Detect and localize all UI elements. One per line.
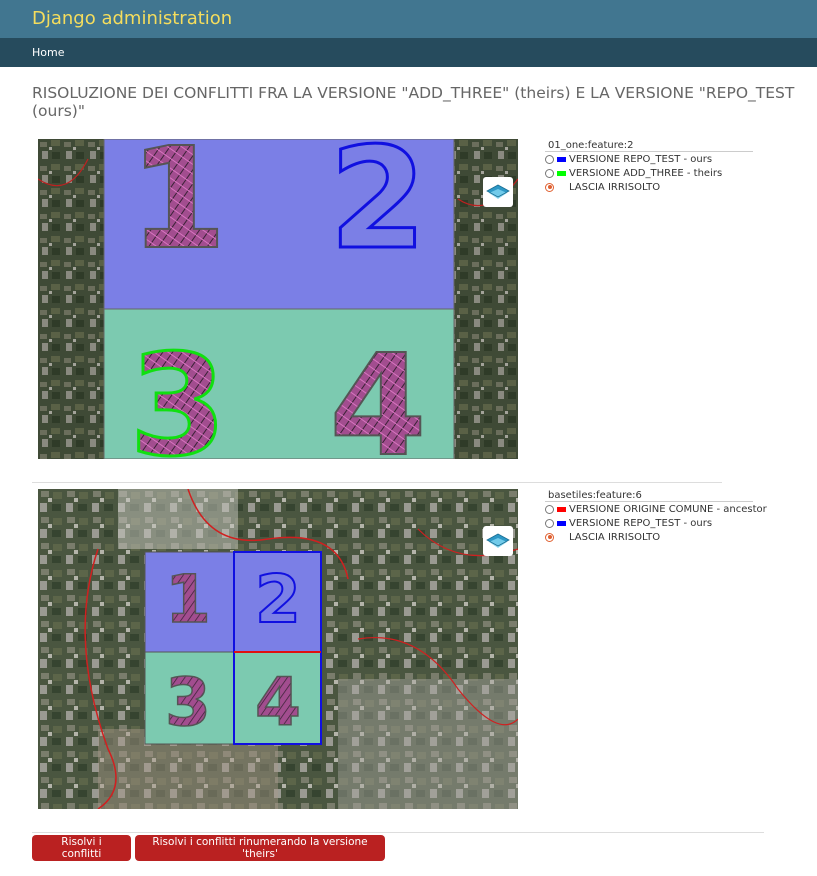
layers-icon bbox=[486, 533, 510, 548]
map1-tile-label-3: 3 bbox=[129, 325, 226, 459]
option-leave-unresolved[interactable]: LASCIA IRRISOLTO bbox=[545, 180, 660, 194]
layer-switcher-button[interactable] bbox=[483, 526, 513, 556]
section-divider bbox=[32, 482, 722, 483]
map2-tile-label-1: 1 bbox=[165, 561, 211, 638]
radio-ours[interactable] bbox=[545, 518, 554, 528]
radio-ours[interactable] bbox=[545, 154, 554, 164]
map2-tile-label-4: 4 bbox=[255, 664, 301, 741]
site-brand[interactable]: Django administration bbox=[32, 8, 232, 29]
option-label: LASCIA IRRISOLTO bbox=[569, 531, 661, 543]
option-label: LASCIA IRRISOLTO bbox=[569, 181, 661, 193]
map2-tile-label-2: 2 bbox=[255, 561, 301, 638]
conflict-map-2[interactable]: 1 2 3 4 bbox=[38, 489, 518, 809]
option-ours[interactable]: VERSIONE REPO_TEST - ours bbox=[545, 152, 712, 166]
option-ancestor[interactable]: VERSIONE ORIGINE COMUNE - ancestor bbox=[545, 502, 767, 516]
radio-ancestor[interactable] bbox=[545, 504, 554, 514]
conflict-feature-title: 01_one:feature:2 bbox=[548, 140, 634, 151]
radio-theirs[interactable] bbox=[545, 168, 554, 178]
radio-leave-unresolved[interactable] bbox=[545, 182, 554, 192]
ancestor-color-swatch bbox=[557, 506, 566, 512]
option-leave-unresolved[interactable]: LASCIA IRRISOLTO bbox=[545, 530, 660, 544]
conflict-feature-title: basetiles:feature:6 bbox=[548, 490, 642, 501]
radio-leave-unresolved[interactable] bbox=[545, 532, 554, 542]
breadcrumb-home-link[interactable]: Home bbox=[32, 46, 64, 59]
site-header: Django administration bbox=[0, 0, 817, 38]
option-ours[interactable]: VERSIONE REPO_TEST - ours bbox=[545, 516, 712, 530]
option-label: VERSIONE REPO_TEST - ours bbox=[569, 517, 713, 529]
map1-tile-label-1: 1 bbox=[129, 139, 226, 281]
option-label: VERSIONE ORIGINE COMUNE - ancestor bbox=[569, 503, 767, 515]
theirs-color-swatch bbox=[557, 170, 566, 176]
page-title: RISOLUZIONE DEI CONFLITTI FRA LA VERSION… bbox=[32, 84, 795, 120]
option-label: VERSIONE ADD_THREE - theirs bbox=[569, 167, 723, 179]
breadcrumb: Home bbox=[0, 38, 817, 67]
option-label: VERSIONE REPO_TEST - ours bbox=[569, 153, 713, 165]
section-divider bbox=[32, 832, 764, 833]
map2-tile-label-3: 3 bbox=[165, 664, 211, 741]
map1-tile-label-2: 2 bbox=[329, 139, 426, 281]
option-theirs[interactable]: VERSIONE ADD_THREE - theirs bbox=[545, 166, 722, 180]
ours-color-swatch bbox=[557, 520, 566, 526]
ours-color-swatch bbox=[557, 156, 566, 162]
conflict-map-1[interactable]: 1 2 3 4 bbox=[38, 139, 518, 459]
map1-tile-label-4: 4 bbox=[329, 325, 426, 459]
layers-icon bbox=[486, 184, 510, 199]
layer-switcher-button[interactable] bbox=[483, 177, 513, 207]
resolve-renumber-button[interactable]: Risolvi i conflitti rinumerando la versi… bbox=[135, 835, 385, 861]
resolve-conflicts-button[interactable]: Risolvi i conflitti bbox=[32, 835, 131, 861]
